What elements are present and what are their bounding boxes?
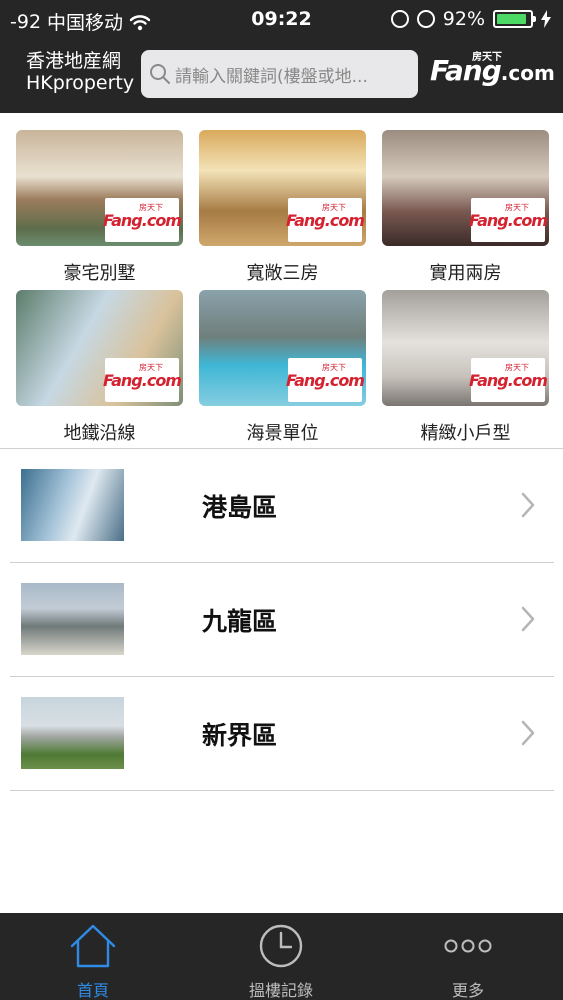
fang-watermark: 房天下 Fang.com	[103, 198, 182, 242]
chevron-right-icon	[521, 492, 535, 518]
battery-percent: 92%	[442, 8, 485, 30]
clock-icon	[259, 924, 303, 968]
tab-search-history[interactable]: 搵樓記錄	[211, 913, 351, 1000]
tab-more[interactable]: 更多	[398, 913, 538, 1000]
fang-watermark: 房天下 Fang.com	[286, 198, 365, 242]
tab-label: 更多	[451, 981, 484, 1000]
region-name: 九龍區	[202, 607, 278, 636]
category-mtr-line[interactable]: 房天下 Fang.com 地鐵沿線	[16, 290, 183, 450]
status-bar: -92 中国移动 09:22 92%	[0, 0, 563, 38]
fang-watermark: 房天下 Fang.com	[469, 358, 548, 402]
category-sea-view[interactable]: 房天下 Fang.com 海景單位	[199, 290, 366, 450]
search-icon	[150, 64, 170, 84]
region-list: 港島區 九龍區 新界區	[10, 449, 554, 791]
home-icon	[70, 924, 116, 968]
chevron-right-icon	[521, 720, 535, 746]
category-photo: 房天下 Fang.com	[382, 290, 549, 406]
search-placeholder: 請輸入關鍵詞(樓盤或地...	[175, 66, 368, 87]
region-photo	[21, 583, 124, 655]
category-label: 豪宅別墅	[63, 263, 136, 284]
fang-watermark: 房天下 Fang.com	[103, 358, 182, 402]
category-photo: 房天下 Fang.com	[199, 290, 366, 406]
logo-suffix: .com	[500, 61, 555, 85]
region-name: 新界區	[202, 721, 278, 750]
category-label: 寬敞三房	[246, 263, 319, 284]
fang-watermark: 房天下 Fang.com	[286, 358, 365, 402]
category-label: 海景單位	[246, 423, 319, 444]
region-name: 港島區	[202, 493, 278, 522]
battery-icon	[493, 10, 536, 28]
logo-cn: 房天下	[472, 52, 502, 63]
region-row-kowloon[interactable]: 九龍區	[10, 563, 554, 677]
fang-logo[interactable]: 房天下 Fang.com	[430, 52, 555, 87]
region-row-hk-island[interactable]: 港島區	[10, 449, 554, 563]
category-label: 精緻小戶型	[420, 423, 511, 444]
category-small-unit[interactable]: 房天下 Fang.com 精緻小戶型	[382, 290, 549, 450]
region-photo	[21, 469, 124, 541]
brand-title: 香港地産網 HKproperty	[26, 50, 134, 94]
brand-cn: 香港地産網	[26, 50, 122, 72]
category-label: 實用兩房	[429, 263, 502, 284]
region-row-new-territories[interactable]: 新界區	[10, 677, 554, 791]
tab-label: 首頁	[76, 981, 109, 1000]
category-photo: 房天下 Fang.com	[16, 130, 183, 246]
tab-label: 搵樓記錄	[248, 981, 313, 1000]
top-bar: -92 中国移动 09:22 92% 香港地産網 HKproperty 請輸入關…	[0, 0, 563, 113]
category-label: 地鐵沿線	[63, 423, 136, 444]
alarm-icon	[416, 10, 435, 28]
chevron-right-icon	[521, 606, 535, 632]
search-input[interactable]: 請輸入關鍵詞(樓盤或地...	[141, 50, 418, 98]
tab-home[interactable]: 首頁	[23, 913, 163, 1000]
category-grid: 房天下 Fang.com 豪宅別墅 房天下 Fang.com 寬敞三房 房天下 Fan…	[16, 130, 549, 450]
battery-fill	[497, 14, 527, 24]
category-luxury-villa[interactable]: 房天下 Fang.com 豪宅別墅	[16, 130, 183, 290]
category-practical-2br[interactable]: 房天下 Fang.com 實用兩房	[382, 130, 549, 290]
more-icon	[444, 939, 492, 953]
category-photo: 房天下 Fang.com	[16, 290, 183, 406]
region-photo	[21, 697, 124, 769]
status-right: 92%	[390, 8, 551, 30]
brand-en: HKproperty	[26, 72, 135, 94]
category-photo: 房天下 Fang.com	[382, 130, 549, 246]
orientation-lock-icon	[390, 10, 409, 28]
category-photo: 房天下 Fang.com	[199, 130, 366, 246]
charging-icon	[541, 10, 551, 28]
category-spacious-3br[interactable]: 房天下 Fang.com 寬敞三房	[199, 130, 366, 290]
fang-watermark: 房天下 Fang.com	[469, 198, 548, 242]
tab-bar: 首頁 搵樓記錄 更多	[0, 913, 563, 1000]
